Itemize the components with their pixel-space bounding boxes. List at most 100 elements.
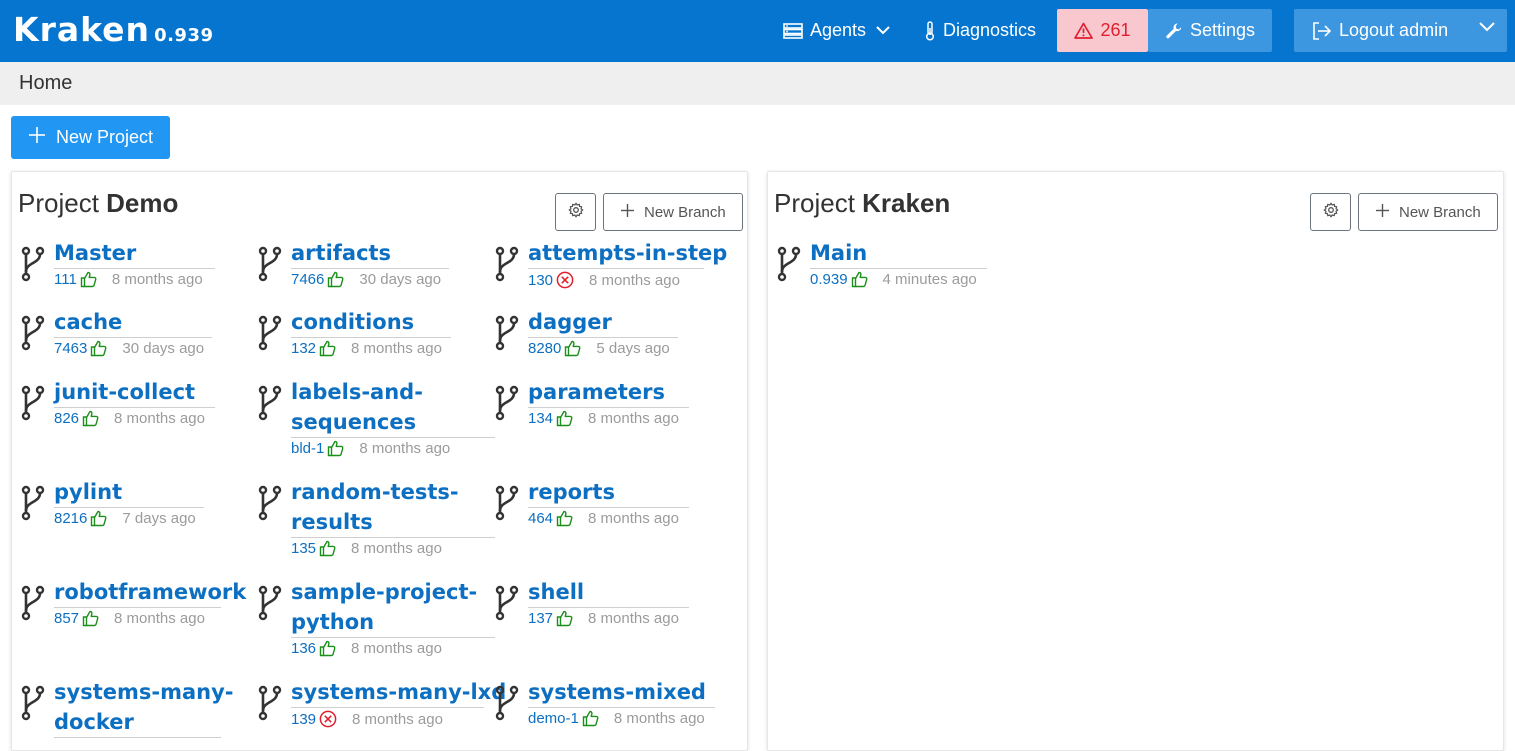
breadcrumb-home[interactable]: Home (19, 72, 72, 94)
branch-name-link[interactable]: reports (528, 477, 689, 508)
branch-name-line: results (291, 510, 373, 534)
error-circle-icon (556, 271, 574, 289)
build-number-link[interactable]: bld-1 (291, 440, 324, 457)
project-name[interactable]: Kraken (862, 188, 950, 218)
branch-name-link[interactable]: attempts-in-step (528, 238, 727, 269)
project-title-prefix: Project (18, 188, 99, 218)
branch-name-link[interactable]: systems-many-docker (54, 677, 233, 738)
diagnostics-link[interactable]: Diagnostics (924, 9, 1036, 52)
build-number-link[interactable]: 132 (291, 340, 316, 357)
branch-name-link[interactable]: robotframework (54, 577, 246, 608)
build-number-link[interactable]: 139 (291, 711, 316, 728)
branch-name-link[interactable]: labels-and-sequences (291, 377, 495, 438)
branch-name-link[interactable]: pylint (54, 477, 204, 508)
app-name: Kraken (13, 10, 151, 49)
branch-icon (494, 315, 520, 356)
project-name[interactable]: Demo (106, 188, 178, 218)
build-time: 5 days ago (596, 340, 670, 357)
chevron-down-icon[interactable] (1479, 22, 1495, 32)
build-number-link[interactable]: 0.939 (810, 271, 848, 288)
agents-menu[interactable]: Agents (783, 9, 890, 52)
thumbs-up-icon (82, 410, 99, 427)
branch-icon (20, 585, 46, 626)
settings-button[interactable]: Settings (1148, 9, 1272, 52)
branch-last-build: 7463 30 days ago (54, 340, 204, 357)
new-branch-button[interactable]: New Branch (1358, 193, 1498, 231)
new-project-button[interactable]: New Project (11, 116, 170, 159)
branch-name-line: sequences (291, 410, 417, 434)
build-number-link[interactable]: 826 (54, 410, 79, 427)
project-title: Project Demo (18, 188, 178, 219)
branch-name-link[interactable]: systems-many-lxd (291, 677, 506, 708)
branch-name-link[interactable]: cache (54, 307, 212, 338)
branch-icon (20, 485, 46, 526)
build-number-link[interactable]: 464 (528, 510, 553, 527)
branch-name-link[interactable]: Main (810, 238, 987, 269)
branch-last-build: 132 8 months ago (291, 340, 442, 357)
branch-name-link[interactable]: dagger (528, 307, 678, 338)
build-number-link[interactable]: demo-1 (528, 710, 579, 727)
branch-icon (257, 246, 283, 287)
branch-name-link[interactable]: random-tests-results (291, 477, 495, 538)
project-settings-button[interactable] (1310, 193, 1351, 231)
branch-last-build: 137 8 months ago (528, 610, 679, 627)
build-time: 4 minutes ago (882, 271, 977, 288)
logout-button[interactable]: Logout admin (1294, 9, 1507, 52)
branch-name-link[interactable]: systems-mixed (528, 677, 715, 708)
branch-last-build: 464 8 months ago (528, 510, 679, 527)
build-number-link[interactable]: 137 (528, 610, 553, 627)
branch-icon (20, 385, 46, 426)
warning-icon (1074, 22, 1094, 39)
thumbs-up-icon (319, 340, 336, 357)
thumbs-up-icon (564, 340, 581, 357)
branch-last-build: 8216 7 days ago (54, 510, 196, 527)
settings-label: Settings (1189, 20, 1256, 40)
branch-name-link[interactable]: parameters (528, 377, 689, 408)
gear-icon (568, 202, 584, 223)
diagnostics-label: Diagnostics (943, 20, 1037, 40)
chevron-down-icon (876, 26, 890, 35)
app-version: 0.939 (154, 25, 214, 46)
branch-icon (257, 485, 283, 526)
branch-icon (257, 585, 283, 626)
build-number-link[interactable]: 134 (528, 410, 553, 427)
branch-name-link[interactable]: sample-project-python (291, 577, 495, 638)
thumbs-up-icon (327, 440, 344, 457)
build-number-link[interactable]: 130 (528, 272, 553, 289)
branch-icon (257, 685, 283, 726)
branch-name-link[interactable]: Master (54, 238, 215, 269)
branch-name-link[interactable]: shell (528, 577, 689, 608)
new-branch-button[interactable]: New Branch (603, 193, 743, 231)
build-number-link[interactable]: 111 (54, 271, 77, 288)
build-time: 8 months ago (588, 610, 679, 627)
project-title-prefix: Project (774, 188, 855, 218)
branch-last-build: 135 8 months ago (291, 540, 442, 557)
branch-name-line: docker (54, 710, 134, 734)
branch-last-build: 8280 5 days ago (528, 340, 670, 357)
thumbs-up-icon (556, 410, 573, 427)
build-number-link[interactable]: 8216 (54, 510, 87, 527)
branch-name-link[interactable]: junit-collect (54, 377, 215, 408)
logout-icon (1312, 21, 1332, 40)
branch-name-line: labels-and- (291, 380, 423, 404)
build-time: 8 months ago (589, 271, 680, 289)
build-number-link[interactable]: 7463 (54, 340, 87, 357)
app-logo[interactable]: Kraken 0.939 (13, 10, 214, 49)
build-number-link[interactable]: 8280 (528, 340, 561, 357)
thumbs-up-icon (90, 510, 107, 527)
build-number-link[interactable]: 7466 (291, 271, 324, 288)
branch-last-build: 0.939 4 minutes ago (810, 271, 977, 288)
wrench-icon (1165, 22, 1183, 40)
alerts-button[interactable]: 261 (1057, 9, 1148, 52)
thumbs-up-icon (327, 271, 344, 288)
build-time: 7 days ago (122, 510, 196, 527)
build-number-link[interactable]: 136 (291, 640, 316, 657)
branch-name-link[interactable]: conditions (291, 307, 451, 338)
agents-label: Agents (810, 20, 867, 40)
branch-name-link[interactable]: artifacts (291, 238, 449, 269)
build-time: 8 months ago (351, 640, 442, 657)
branch-icon (494, 385, 520, 426)
build-number-link[interactable]: 135 (291, 540, 316, 557)
build-number-link[interactable]: 857 (54, 610, 79, 627)
project-settings-button[interactable] (555, 193, 596, 231)
